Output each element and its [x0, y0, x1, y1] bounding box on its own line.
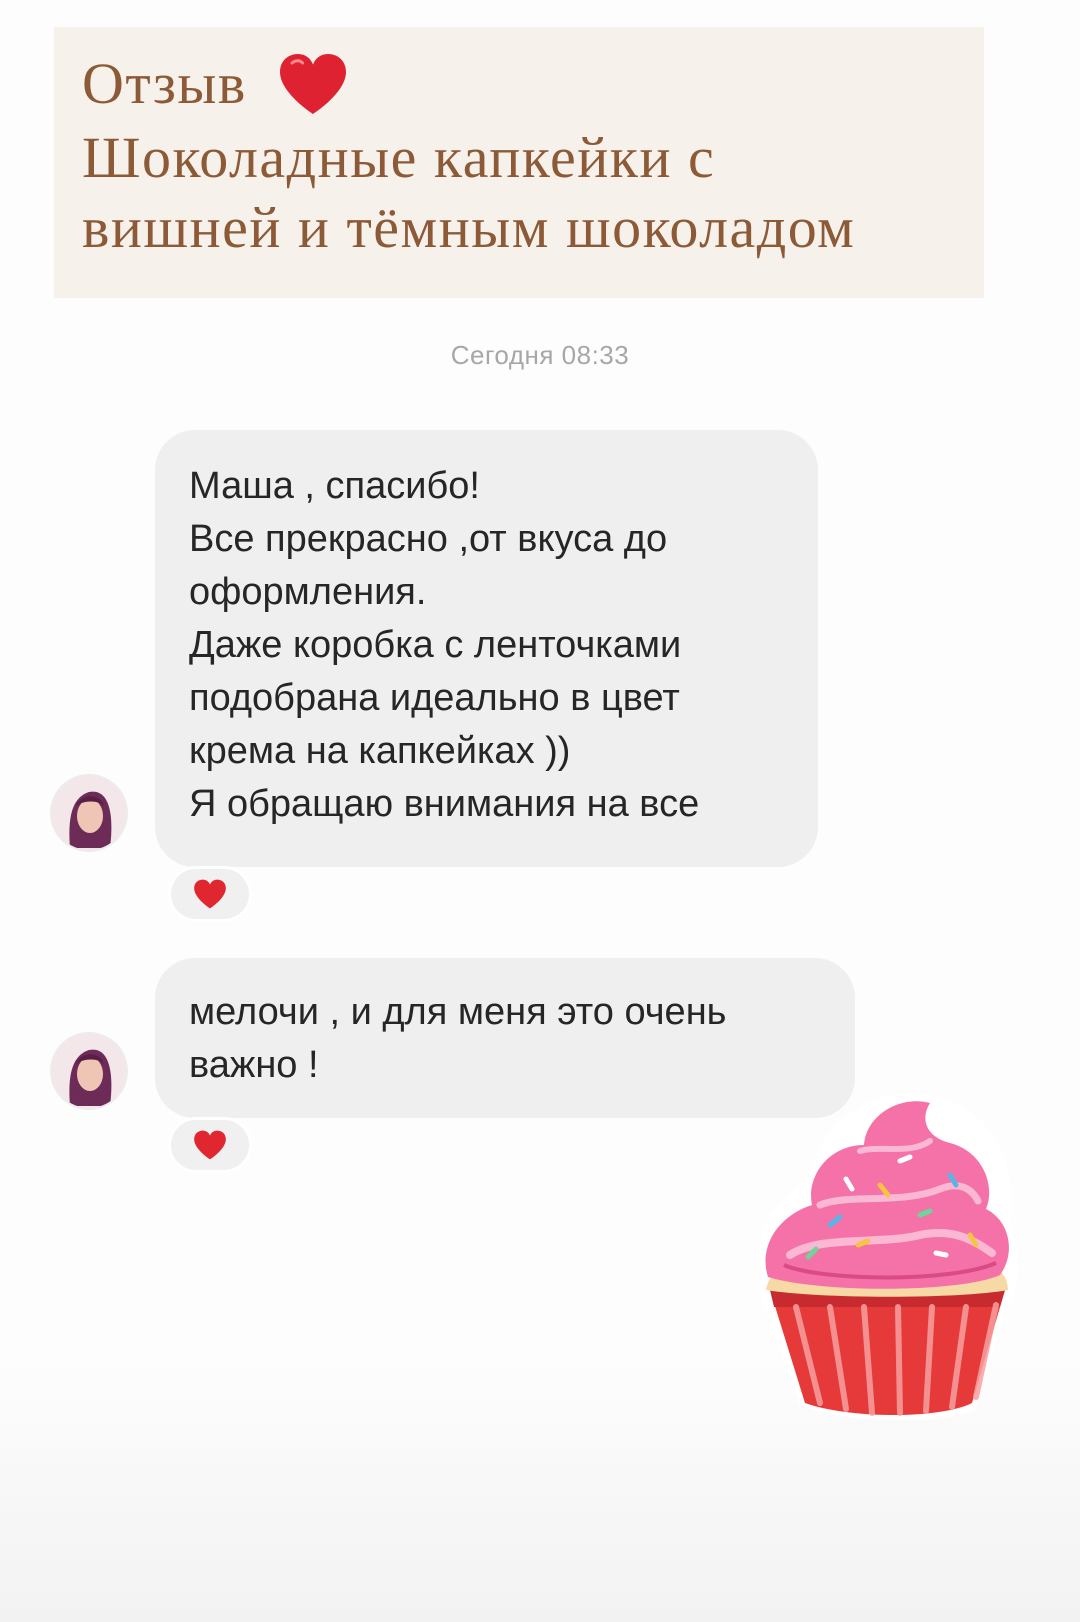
heart-reaction[interactable]	[168, 866, 252, 922]
avatar-photo	[52, 776, 126, 850]
message-line: Маша , спасибо!	[189, 465, 480, 507]
message-line: важно !	[189, 1044, 319, 1086]
title-line-2: Шоколадные капкейки с	[82, 124, 716, 190]
message-line: оформления.	[189, 571, 427, 613]
message-bubble[interactable]: Маша , спасибо! Все прекрасно ,от вкуса …	[155, 430, 818, 867]
message-line: Я обращаю внимания на все	[189, 783, 700, 825]
message-line: мелочи , и для меня это очень	[189, 991, 727, 1033]
title-line-1: Отзыв	[82, 49, 954, 123]
message-bubble[interactable]: мелочи , и для меня это очень важно !	[155, 958, 855, 1118]
avatar[interactable]	[50, 774, 128, 852]
heart-icon	[279, 53, 346, 114]
message-line: подобрана идеально в цвет	[189, 677, 680, 719]
message-line: крема на капкейках ))	[189, 730, 571, 772]
message-line: Даже коробка с ленточками	[189, 624, 682, 666]
message-timestamp: Сегодня 08:33	[450, 340, 630, 370]
message-line: Все прекрасно ,от вкуса до	[189, 518, 668, 560]
heart-reaction[interactable]	[168, 1117, 252, 1173]
review-label: Отзыв	[82, 51, 247, 116]
avatar-photo	[52, 1034, 126, 1108]
avatar[interactable]	[50, 1032, 128, 1110]
review-title-card: Отзыв Шоколадные капкейки с вишней и тём…	[54, 27, 984, 298]
heart-icon	[194, 1130, 226, 1160]
cupcake-icon	[760, 1093, 1019, 1420]
title-line-3: вишней и тёмным шоколадом	[82, 194, 856, 260]
heart-icon	[194, 879, 226, 909]
